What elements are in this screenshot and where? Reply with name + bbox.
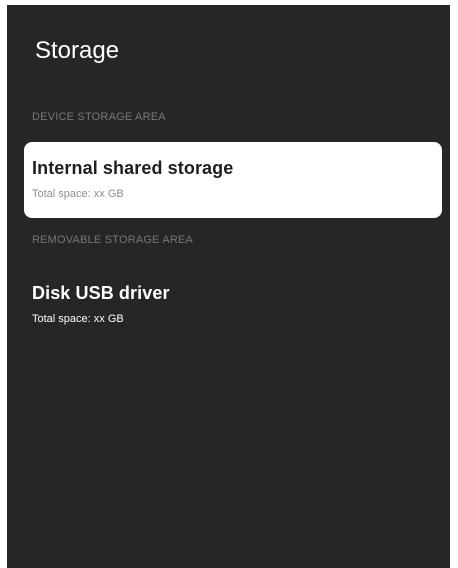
storage-item-subtitle: Total space: xx GB [32, 313, 124, 325]
section-header-device-storage: DEVICE STORAGE AREA [32, 111, 166, 123]
storage-item-title: Internal shared storage [32, 158, 234, 178]
storage-item-disk-usb[interactable]: Disk USB driver Total space: xx GB [24, 267, 442, 343]
page-title: Storage [35, 37, 120, 64]
storage-item-title: Disk USB driver [32, 283, 170, 303]
storage-item-internal-shared[interactable]: Internal shared storage Total space: xx … [24, 142, 442, 218]
section-header-removable-storage: REMOVABLE STORAGE AREA [32, 234, 194, 246]
storage-item-subtitle: Total space: xx GB [32, 188, 124, 200]
storage-settings-panel: Storage DEVICE STORAGE AREA Internal sha… [7, 5, 450, 568]
